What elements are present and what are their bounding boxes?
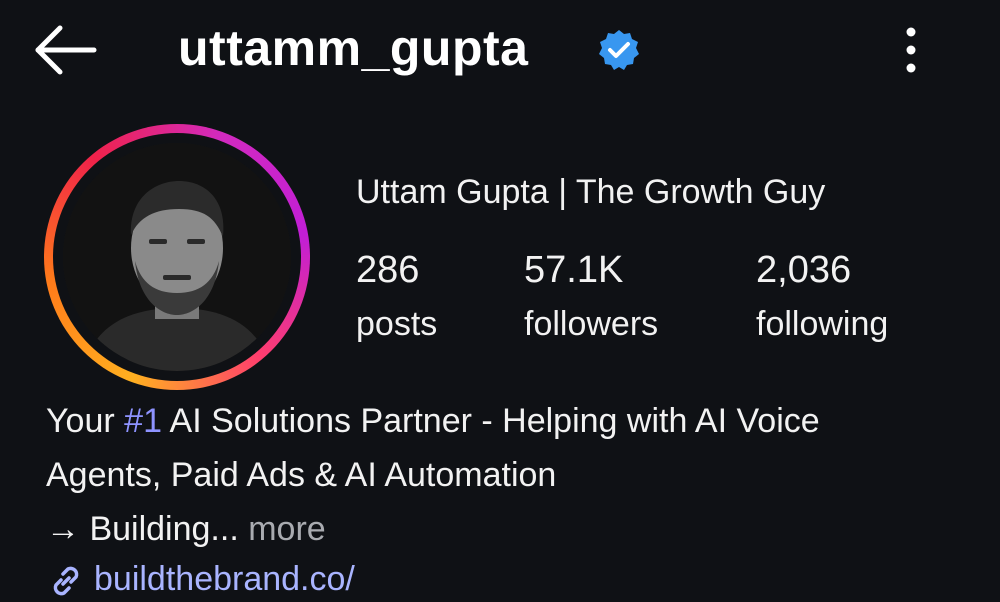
verified-badge-icon (599, 30, 639, 70)
posts-stat[interactable]: 286 posts (356, 246, 437, 348)
more-link[interactable]: more (239, 510, 325, 548)
more-vertical-icon (906, 27, 916, 73)
following-label: following (756, 305, 889, 343)
profile-avatar[interactable] (44, 124, 310, 390)
person-portrait-icon (63, 143, 291, 371)
avatar-photo (63, 143, 291, 371)
followers-stat[interactable]: 57.1K followers (524, 246, 658, 348)
back-button[interactable] (30, 20, 104, 80)
more-options-button[interactable] (888, 22, 934, 78)
posts-label: posts (356, 305, 438, 343)
profile-bio: Your #1 AI Solutions Partner - Helping w… (46, 394, 976, 556)
arrow-glyph: → (46, 510, 80, 548)
profile-header: uttamm_gupta (0, 0, 1000, 100)
hashtag-link[interactable]: #1 (124, 402, 162, 440)
following-count: 2,036 (756, 249, 852, 291)
bio-line-1: Your #1 AI Solutions Partner - Helping w… (46, 402, 820, 440)
username-title: uttamm_gupta (178, 20, 529, 76)
arrow-left-icon (35, 25, 97, 75)
followers-count: 57.1K (524, 249, 624, 291)
bio-line-3: → Building... more (46, 510, 326, 548)
bio-line-2: Agents, Paid Ads & AI Automation (46, 456, 557, 494)
followers-label: followers (524, 305, 659, 343)
link-icon (53, 566, 79, 596)
posts-count: 286 (356, 249, 420, 291)
display-name: Uttam Gupta | The Growth Guy (356, 173, 826, 211)
website-url[interactable]: buildthebrand.co/ (94, 560, 355, 598)
website-link[interactable]: buildthebrand.co/ (46, 556, 355, 602)
following-stat[interactable]: 2,036 following (756, 246, 888, 348)
